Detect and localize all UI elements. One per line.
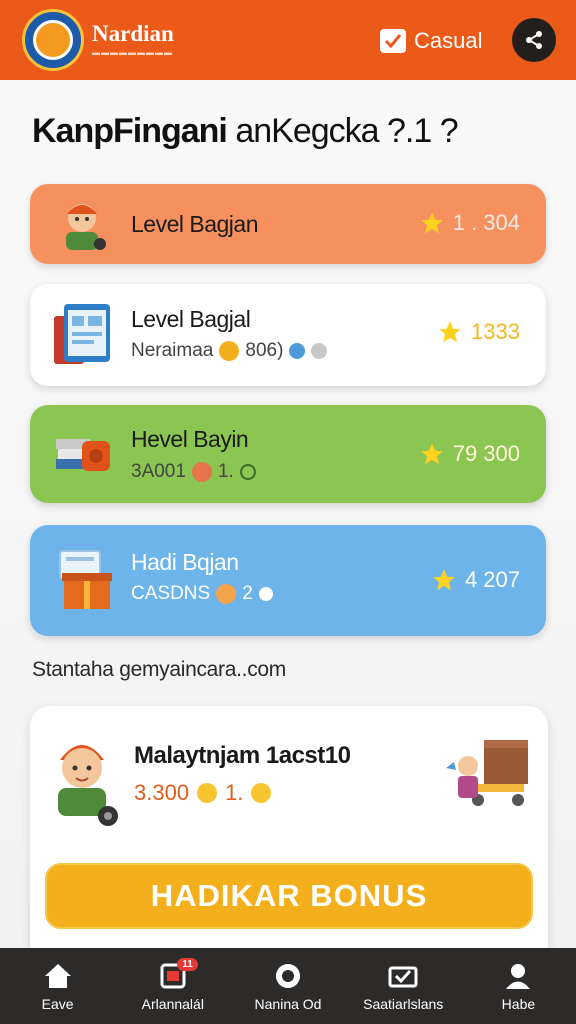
share-icon <box>526 31 542 49</box>
level-card-2[interactable]: Level Bagjal Neraimaa 806) 1333 <box>30 284 546 386</box>
brand-logo[interactable] <box>22 9 84 71</box>
claim-bonus-button[interactable]: HADIKAR BONUS <box>45 863 533 929</box>
smiley-icon <box>197 783 218 803</box>
level-subtitle-value: 806) <box>245 340 284 361</box>
worker-avatar-icon <box>52 194 112 259</box>
home-icon <box>44 964 71 988</box>
nav-label: Saatiarlslans <box>363 996 444 1012</box>
logo-emblem-icon <box>33 20 73 60</box>
tablet-icon <box>52 302 114 373</box>
nav-item-calendar[interactable]: 11 Arlannalál <box>115 948 230 1024</box>
checkmark-icon <box>380 29 406 53</box>
nav-item-chat[interactable]: Nanina Od <box>230 948 345 1024</box>
nav-item-profile[interactable]: Habe <box>461 948 576 1024</box>
level-score-value: 4 207 <box>464 567 520 592</box>
nav-label: Arlannalál <box>141 996 204 1012</box>
mode-toggle-button[interactable]: Casual <box>380 26 482 56</box>
level-title: Hadi Bqjan <box>131 549 239 575</box>
brand-tagline-decoration: ▬▬▬▬▬▬▬▬▬ <box>92 48 173 57</box>
mode-label: Casual <box>414 28 483 53</box>
level-title: Hevel Bayin <box>131 426 249 452</box>
books-icon <box>52 421 114 488</box>
star-icon <box>420 443 443 465</box>
star-icon <box>420 212 443 234</box>
sparkle-icon <box>258 587 273 601</box>
bonus-panel: Malaytnjam 1acst10 3.300 1. HADIKAR BONU… <box>30 706 548 966</box>
bonus-value: 3.300 <box>134 780 190 805</box>
level-subtitle: CASDNS 2 <box>131 583 273 605</box>
level-card-4[interactable]: Hadi Bqjan CASDNS 2 4 207 <box>30 525 546 636</box>
level-subtitle-value: 2 <box>242 583 253 604</box>
level-score-value: 1 . 304 <box>452 210 520 235</box>
level-score: 79 300 <box>419 441 520 467</box>
level-score-value: 79 300 <box>452 441 520 466</box>
level-subtitle-text: Neraimaa <box>131 340 214 361</box>
pouch-icon <box>216 584 237 604</box>
level-score: 1333 <box>437 319 520 345</box>
level-subtitle-value: 1. <box>217 461 234 482</box>
page-title-rest: anKegcka ?.1 ? <box>235 112 458 150</box>
gem-icon <box>289 343 306 359</box>
clock-icon <box>239 464 256 480</box>
star-icon <box>439 321 461 343</box>
nav-label: Eave <box>41 996 74 1012</box>
delivery-cart-icon <box>442 734 532 829</box>
page-title-bold: KanpFingani <box>32 112 228 150</box>
level-score: 4 207 <box>431 567 520 593</box>
level-title: Level Bagjan <box>131 211 259 237</box>
bonus-stats: 3.300 1. <box>134 780 272 806</box>
level-title: Level Bagjal <box>131 306 251 332</box>
face-icon <box>191 462 212 482</box>
bonus-count: 1. <box>225 780 244 805</box>
ticket-icon <box>388 966 418 988</box>
level-subtitle-text: CASDNS <box>131 583 211 604</box>
level-score-value: 1333 <box>471 319 520 344</box>
section-caption: Stantaha gemyaincara..com <box>32 658 286 681</box>
coin-icon <box>219 341 240 361</box>
app-header: Nardian ▬▬▬▬▬▬▬▬▬ Casual <box>0 0 576 80</box>
settings-icon <box>311 343 328 359</box>
share-button[interactable] <box>512 18 556 62</box>
page-title: KanpFingani anKegcka ?.1 ? <box>32 112 459 151</box>
level-score: 1 . 304 <box>419 210 520 236</box>
bonus-title: Malaytnjam 1acst10 <box>134 742 351 769</box>
level-subtitle-text: 3A001 <box>131 461 186 482</box>
level-subtitle: Neraimaa 806) <box>131 340 328 362</box>
brand: Nardian ▬▬▬▬▬▬▬▬▬ <box>92 21 174 58</box>
nav-label: Habe <box>501 996 536 1012</box>
star-icon <box>433 569 455 591</box>
level-card-3[interactable]: Hevel Bayin 3A001 1. 79 300 <box>30 405 546 503</box>
brand-name: Nardian <box>92 21 174 46</box>
gift-box-icon <box>52 547 116 618</box>
notification-badge: 11 <box>177 958 198 971</box>
worker-avatar-icon <box>44 730 122 833</box>
level-card-1[interactable]: Level Bagjan 1 . 304 <box>30 184 546 264</box>
profile-icon <box>506 964 531 989</box>
smiley-icon <box>251 783 272 803</box>
level-subtitle: 3A001 1. <box>131 461 256 483</box>
nav-item-home[interactable]: Eave <box>0 948 115 1024</box>
bottom-nav: Eave 11 Arlannalál Nanina Od Saatiarlsla… <box>0 948 576 1024</box>
nav-item-tickets[interactable]: Saatiarlslans <box>346 948 461 1024</box>
chat-icon <box>276 964 300 988</box>
nav-label: Nanina Od <box>254 996 322 1012</box>
